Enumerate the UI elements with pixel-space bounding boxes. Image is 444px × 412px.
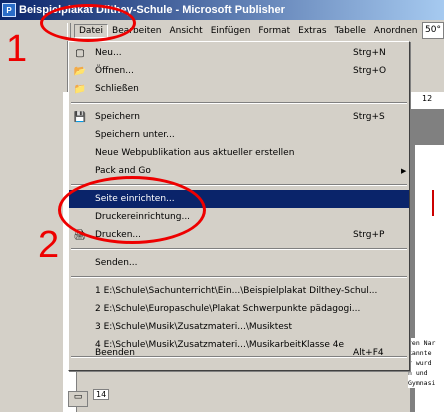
publisher-icon: P xyxy=(2,3,16,17)
menu-item-label: Öffnen... xyxy=(95,66,134,76)
page-text-line: ren Nar xyxy=(408,339,436,347)
menu-item-label: Pack and Go xyxy=(95,166,151,176)
menu-separator xyxy=(71,248,407,250)
menu-separator xyxy=(71,276,407,278)
annotation-ellipse-2 xyxy=(58,176,206,244)
menu-item-shortcut: Strg+P xyxy=(353,230,385,240)
menu-item-label: Neu... xyxy=(95,48,122,58)
menu-item-label: Speichern xyxy=(95,112,140,122)
open-folder-icon: 📂 xyxy=(73,65,87,77)
menu-item-beenden[interactable]: Beenden Alt+F4 xyxy=(69,344,409,362)
annotation-ellipse-1 xyxy=(40,4,136,42)
menu-item-senden[interactable]: Senden... xyxy=(69,254,409,272)
horizontal-ruler: 12 xyxy=(410,92,444,110)
menu-item-schliessen[interactable]: 📁 Schließen xyxy=(69,80,409,98)
menu-format[interactable]: Format xyxy=(254,25,294,37)
close-folder-icon: 📁 xyxy=(73,83,87,95)
menu-tabelle[interactable]: Tabelle xyxy=(331,25,370,37)
page-text-line: r wurd xyxy=(408,359,432,367)
new-icon: ▢ xyxy=(75,47,85,59)
page-view-icon[interactable]: ▭ xyxy=(68,391,88,407)
menu-item-shortcut: Alt+F4 xyxy=(353,348,384,358)
menu-item-recent-3[interactable]: 3 E:\Schule\Musik\Zusatzmateri...\Musikt… xyxy=(69,318,409,336)
page-text-line: kannte xyxy=(408,349,432,357)
menu-item-label: Speichern unter... xyxy=(95,130,175,140)
annotation-number-2: 2 xyxy=(38,224,60,266)
menu-einfuegen[interactable]: Einfügen xyxy=(207,25,255,37)
menu-item-speichern[interactable]: 💾 Speichern Strg+S xyxy=(69,108,409,126)
menu-item-label: 1 E:\Schule\Sachunterricht\Ein...\Beispi… xyxy=(95,286,378,296)
menu-item-shortcut: Strg+N xyxy=(353,48,386,58)
menu-item-speichern-unter[interactable]: Speichern unter... xyxy=(69,126,409,144)
ruler-mark: 12 xyxy=(422,94,433,103)
menu-item-recent-1[interactable]: 1 E:\Schule\Sachunterricht\Ein...\Beispi… xyxy=(69,282,409,300)
menu-ansicht[interactable]: Ansicht xyxy=(165,25,206,37)
menu-item-shortcut: Strg+O xyxy=(353,66,387,76)
menu-item-label: 3 E:\Schule\Musik\Zusatzmateri...\Musikt… xyxy=(95,322,293,332)
page-text-line: Gymnasi xyxy=(408,379,436,387)
menu-item-shortcut: Strg+S xyxy=(353,112,385,122)
menu-item-label: Senden... xyxy=(95,258,138,268)
menu-item-label: Neue Webpublikation aus aktueller erstel… xyxy=(95,148,295,158)
menu-item-label: 2 E:\Schule\Europaschule\Plakat Schwerpu… xyxy=(95,304,361,314)
menu-item-neue-webpublikation[interactable]: Neue Webpublikation aus aktueller erstel… xyxy=(69,144,409,162)
page-text[interactable]: ren Nar kannte r wurd n und Gymnasi xyxy=(408,338,444,388)
menu-anordnen[interactable]: Anordnen xyxy=(370,25,422,37)
menu-item-label: Schließen xyxy=(95,84,139,94)
menu-separator xyxy=(71,102,407,104)
guide-line xyxy=(432,190,434,216)
page-text-line: n und xyxy=(408,369,428,377)
menu-item-oeffnen[interactable]: 📂 Öffnen... Strg+O xyxy=(69,62,409,80)
menu-item-neu[interactable]: ▢ Neu... Strg+N xyxy=(69,44,409,62)
menu-item-label: Beenden xyxy=(95,348,135,358)
submenu-arrow-icon: ▶ xyxy=(401,167,407,175)
menu-item-recent-2[interactable]: 2 E:\Schule\Europaschule\Plakat Schwerpu… xyxy=(69,300,409,318)
zoom-field[interactable]: 50° xyxy=(422,22,444,39)
page-number[interactable]: 14 xyxy=(93,389,110,400)
menu-extras[interactable]: Extras xyxy=(294,25,330,37)
save-icon: 💾 xyxy=(73,111,87,123)
annotation-number-1: 1 xyxy=(6,28,28,70)
